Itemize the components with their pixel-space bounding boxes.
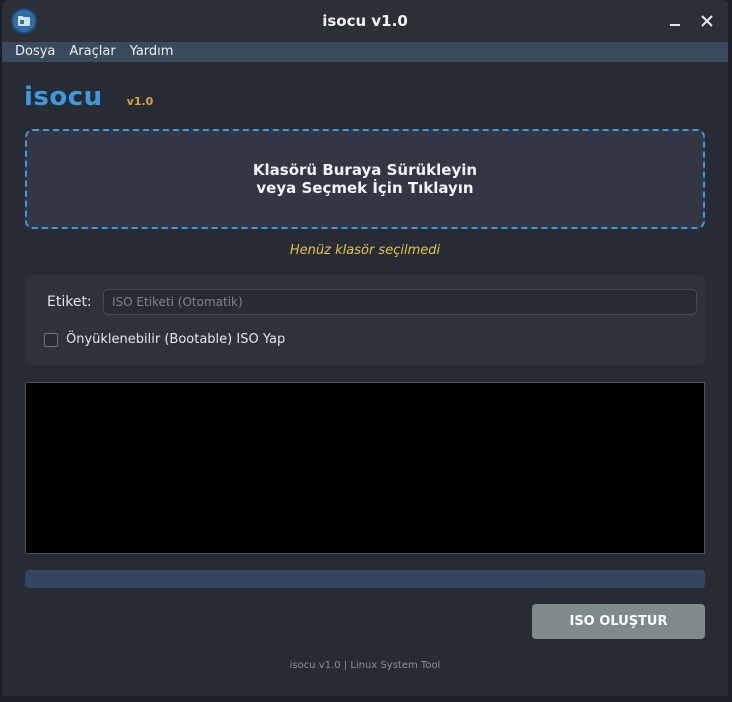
close-icon[interactable] [696, 10, 718, 32]
brand-name: isocu [24, 82, 103, 112]
folder-status: Henüz klasör seçilmedi [289, 243, 441, 258]
minimize-icon[interactable] [664, 10, 686, 32]
menu-araclar[interactable]: Araçlar [62, 42, 122, 62]
create-iso-button[interactable]: ISO OLUŞTUR [532, 604, 705, 639]
menu-dosya[interactable]: Dosya [2, 42, 62, 62]
window-title: isocu v1.0 [322, 12, 408, 30]
brand-header: isocu v1.0 [24, 82, 153, 112]
app-window: isocu v1.0 Dosya Araçlar Yardım isocu v1… [2, 0, 728, 696]
title-bar[interactable]: isocu v1.0 [2, 0, 728, 42]
footer-text: isocu v1.0 | Linux System Tool [289, 660, 441, 671]
label-etiket: Etiket: [47, 294, 92, 310]
menu-bar: Dosya Araçlar Yardım [2, 42, 728, 62]
iso-label-input[interactable] [103, 289, 697, 315]
folder-dropzone[interactable]: Klasörü Buraya Sürükleyin veya Seçmek İç… [25, 129, 705, 229]
log-console[interactable] [25, 382, 705, 554]
dropzone-line-1: Klasörü Buraya Sürükleyin [252, 161, 478, 179]
bootable-label: Önyüklenebilir (Bootable) ISO Yap [66, 332, 286, 347]
options-panel: Etiket: Önyüklenebilir (Bootable) ISO Ya… [25, 275, 705, 365]
progress-bar [25, 570, 705, 588]
menu-yardim[interactable]: Yardım [123, 42, 181, 62]
dropzone-line-2: veya Seçmek İçin Tıklayın [256, 179, 474, 197]
bootable-option[interactable]: Önyüklenebilir (Bootable) ISO Yap [44, 332, 285, 347]
bootable-checkbox[interactable] [44, 332, 58, 347]
brand-version: v1.0 [126, 95, 154, 108]
app-icon [11, 8, 37, 34]
